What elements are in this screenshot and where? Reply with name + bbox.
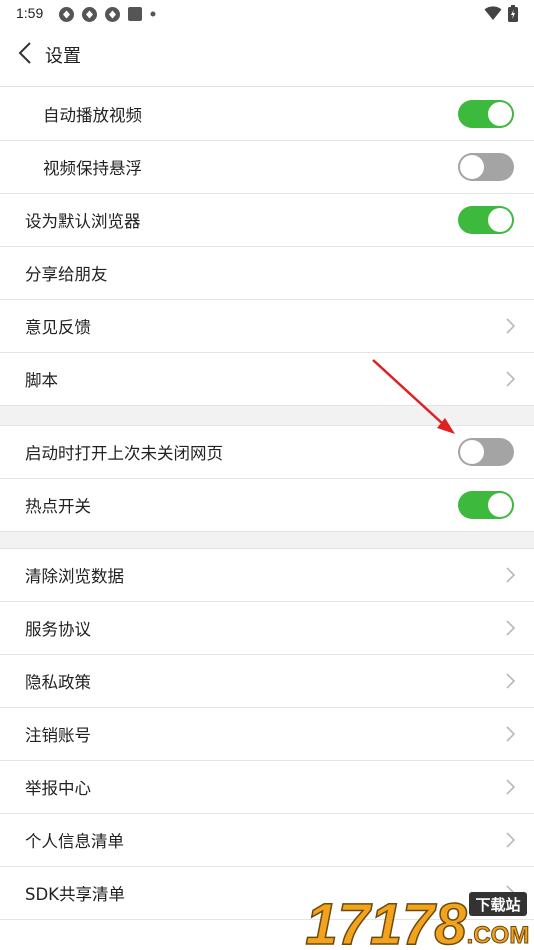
setting-label: 热点开关 bbox=[25, 497, 91, 516]
toggle-knob bbox=[488, 493, 512, 517]
setting-row-delete-account[interactable]: 注销账号 bbox=[0, 708, 534, 761]
setting-label: 启动时打开上次未关闭网页 bbox=[25, 444, 223, 463]
setting-label: 分享给朋友 bbox=[25, 265, 108, 284]
app-icon bbox=[59, 6, 74, 22]
chevron-right-icon bbox=[506, 620, 516, 636]
setting-label: 脚本 bbox=[25, 371, 58, 390]
chevron-right-icon bbox=[506, 371, 516, 387]
status-time: 1:59 bbox=[16, 5, 44, 21]
app-icon bbox=[105, 6, 120, 22]
toggle-knob bbox=[488, 208, 512, 232]
setting-label: 意见反馈 bbox=[25, 318, 91, 337]
app-header: 设置 bbox=[0, 28, 534, 87]
setting-label: 设为默认浏览器 bbox=[25, 212, 141, 231]
chevron-right-icon bbox=[506, 673, 516, 689]
setting-row-privacy-policy[interactable]: 隐私政策 bbox=[0, 655, 534, 708]
chevron-right-icon bbox=[506, 567, 516, 583]
restore-tabs-toggle[interactable] bbox=[458, 438, 514, 466]
app-icon bbox=[82, 6, 97, 22]
setting-row-video-float[interactable]: 视频保持悬浮 bbox=[0, 141, 534, 194]
chevron-right-icon bbox=[506, 832, 516, 848]
watermark-suffix: .COM bbox=[467, 922, 530, 949]
toggle-knob bbox=[460, 155, 484, 179]
chevron-right-icon bbox=[506, 318, 516, 334]
wifi-icon bbox=[484, 5, 502, 20]
chevron-left-icon bbox=[18, 42, 31, 64]
setting-label: 清除浏览数据 bbox=[25, 567, 124, 586]
setting-row-service-agreement[interactable]: 服务协议 bbox=[0, 602, 534, 655]
setting-label: 自动播放视频 bbox=[43, 106, 142, 125]
video-float-toggle[interactable] bbox=[458, 153, 514, 181]
setting-label: 举报中心 bbox=[25, 779, 91, 798]
setting-row-personal-info-list[interactable]: 个人信息清单 bbox=[0, 814, 534, 867]
setting-row-default-browser[interactable]: 设为默认浏览器 bbox=[0, 194, 534, 247]
autoplay-video-toggle[interactable] bbox=[458, 100, 514, 128]
setting-row-restore-tabs[interactable]: 启动时打开上次未关闭网页 bbox=[0, 426, 534, 479]
setting-row-share[interactable]: 分享给朋友 bbox=[0, 247, 534, 300]
status-icons-left bbox=[58, 5, 157, 23]
setting-label: 视频保持悬浮 bbox=[43, 159, 142, 178]
setting-row-script[interactable]: 脚本 bbox=[0, 353, 534, 406]
setting-row-feedback[interactable]: 意见反馈 bbox=[0, 300, 534, 353]
setting-label: 注销账号 bbox=[25, 726, 91, 745]
watermark-number: 17178 bbox=[305, 892, 467, 950]
status-bar: 1:59 bbox=[0, 0, 534, 28]
setting-row-hotspot[interactable]: 热点开关 bbox=[0, 479, 534, 532]
back-button[interactable] bbox=[10, 38, 40, 68]
setting-label: 隐私政策 bbox=[25, 673, 91, 692]
toggle-knob bbox=[488, 102, 512, 126]
setting-label: 服务协议 bbox=[25, 620, 91, 639]
dot-icon bbox=[150, 11, 156, 17]
setting-label: 个人信息清单 bbox=[25, 832, 124, 851]
default-browser-toggle[interactable] bbox=[458, 206, 514, 234]
setting-label: SDK共享清单 bbox=[25, 885, 125, 904]
setting-row-autoplay-video[interactable]: 自动播放视频 bbox=[0, 88, 534, 141]
chevron-right-icon bbox=[506, 779, 516, 795]
watermark-logo: 17178 下载站 .COM bbox=[305, 891, 530, 950]
hotspot-toggle[interactable] bbox=[458, 491, 514, 519]
settings-list: 自动播放视频 视频保持悬浮 设为默认浏览器 分享给朋友 意见反馈 脚本 启动时打… bbox=[0, 88, 534, 920]
setting-row-report-center[interactable]: 举报中心 bbox=[0, 761, 534, 814]
setting-row-clear-data[interactable]: 清除浏览数据 bbox=[0, 549, 534, 602]
section-divider bbox=[0, 532, 534, 549]
section-divider bbox=[0, 406, 534, 426]
watermark-badge: 下载站 bbox=[475, 896, 520, 914]
toggle-knob bbox=[460, 440, 484, 464]
chevron-right-icon bbox=[506, 726, 516, 742]
square-icon bbox=[128, 7, 142, 21]
page-title: 设置 bbox=[45, 46, 81, 67]
status-icons-right bbox=[484, 4, 518, 22]
battery-icon bbox=[508, 4, 518, 22]
